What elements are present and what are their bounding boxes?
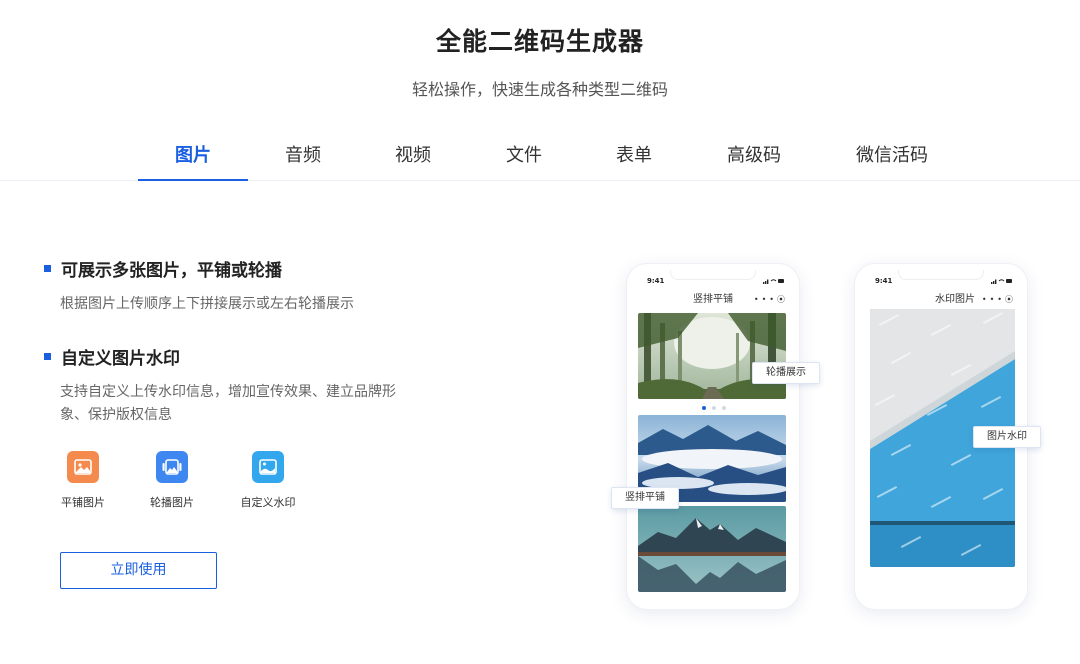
watermark-image-icon (252, 451, 284, 483)
carousel-dot[interactable] (702, 406, 706, 410)
phone-nav-title: 水印图片 (935, 294, 975, 305)
tab-bar: 图片 音频 视频 文件 表单 高级码 微信活码 (0, 130, 1080, 181)
phone-nav-title: 竖排平铺 (693, 294, 733, 305)
feature-description: 根据图片上传顺序上下拼接展示或左右轮播展示 (60, 296, 354, 312)
use-now-button[interactable]: 立即使用 (60, 552, 217, 589)
more-icon: •••⦿ (753, 295, 785, 304)
bullet-marker (44, 353, 51, 360)
tab-file[interactable]: 文件 (479, 130, 569, 181)
type-tile-image[interactable]: 平铺图片 (38, 451, 128, 510)
tab-audio[interactable]: 音频 (258, 130, 348, 181)
feature-watermark: 自定义图片水印 支持自定义上传水印信息，增加宣传效果、建立品牌形象、保护版权信息 (44, 344, 420, 427)
type-label: 自定义水印 (240, 496, 296, 509)
type-carousel-image[interactable]: 轮播图片 (127, 451, 217, 510)
status-bar: 9:41 (627, 274, 799, 288)
signal-icon (991, 278, 1013, 284)
bullet-marker (44, 265, 51, 272)
tile-image-icon (67, 451, 99, 483)
phone-nav-bar: 竖排平铺 •••⦿ (627, 290, 799, 310)
feature-description: 支持自定义上传水印信息，增加宣传效果、建立品牌形象、保护版权信息 (60, 384, 396, 423)
tab-video[interactable]: 视频 (368, 130, 458, 181)
carousel-dots (702, 406, 726, 410)
status-bar: 9:41 (855, 274, 1027, 288)
type-custom-watermark[interactable]: 自定义水印 (223, 451, 313, 510)
signal-icon (763, 278, 785, 284)
tab-wechat-live-code[interactable]: 微信活码 (842, 130, 942, 181)
type-label: 平铺图片 (61, 496, 105, 509)
tab-form[interactable]: 表单 (589, 130, 679, 181)
tab-image[interactable]: 图片 (138, 130, 248, 181)
status-time: 9:41 (875, 277, 893, 285)
mountain-lake-photo (638, 506, 786, 592)
feature-multi-images: 可展示多张图片，平铺或轮播 根据图片上传顺序上下拼接展示或左右轮播展示 (44, 256, 420, 316)
callout-carousel-display: 轮播展示 (752, 362, 820, 384)
forest-photo (638, 313, 786, 399)
type-label: 轮播图片 (150, 496, 194, 509)
carousel-image-icon (156, 451, 188, 483)
page-subtitle: 轻松操作，快速生成各种类型二维码 (411, 80, 668, 99)
phone-mockup-tile: 9:41 竖排平铺 •••⦿ (627, 264, 799, 609)
page-title: 全能二维码生成器 (435, 27, 644, 56)
callout-vertical-tile: 竖排平铺 (611, 487, 679, 509)
callout-image-watermark: 图片水印 (973, 426, 1041, 448)
feature-title: 可展示多张图片，平铺或轮播 (61, 261, 282, 281)
phone-nav-bar: 水印图片 •••⦿ (855, 290, 1027, 310)
carousel-dot[interactable] (712, 406, 716, 410)
feature-title: 自定义图片水印 (61, 349, 180, 369)
more-icon: •••⦿ (981, 295, 1013, 304)
carousel-dot[interactable] (722, 406, 726, 410)
status-time: 9:41 (647, 277, 665, 285)
tab-advanced-code[interactable]: 高级码 (704, 130, 804, 181)
